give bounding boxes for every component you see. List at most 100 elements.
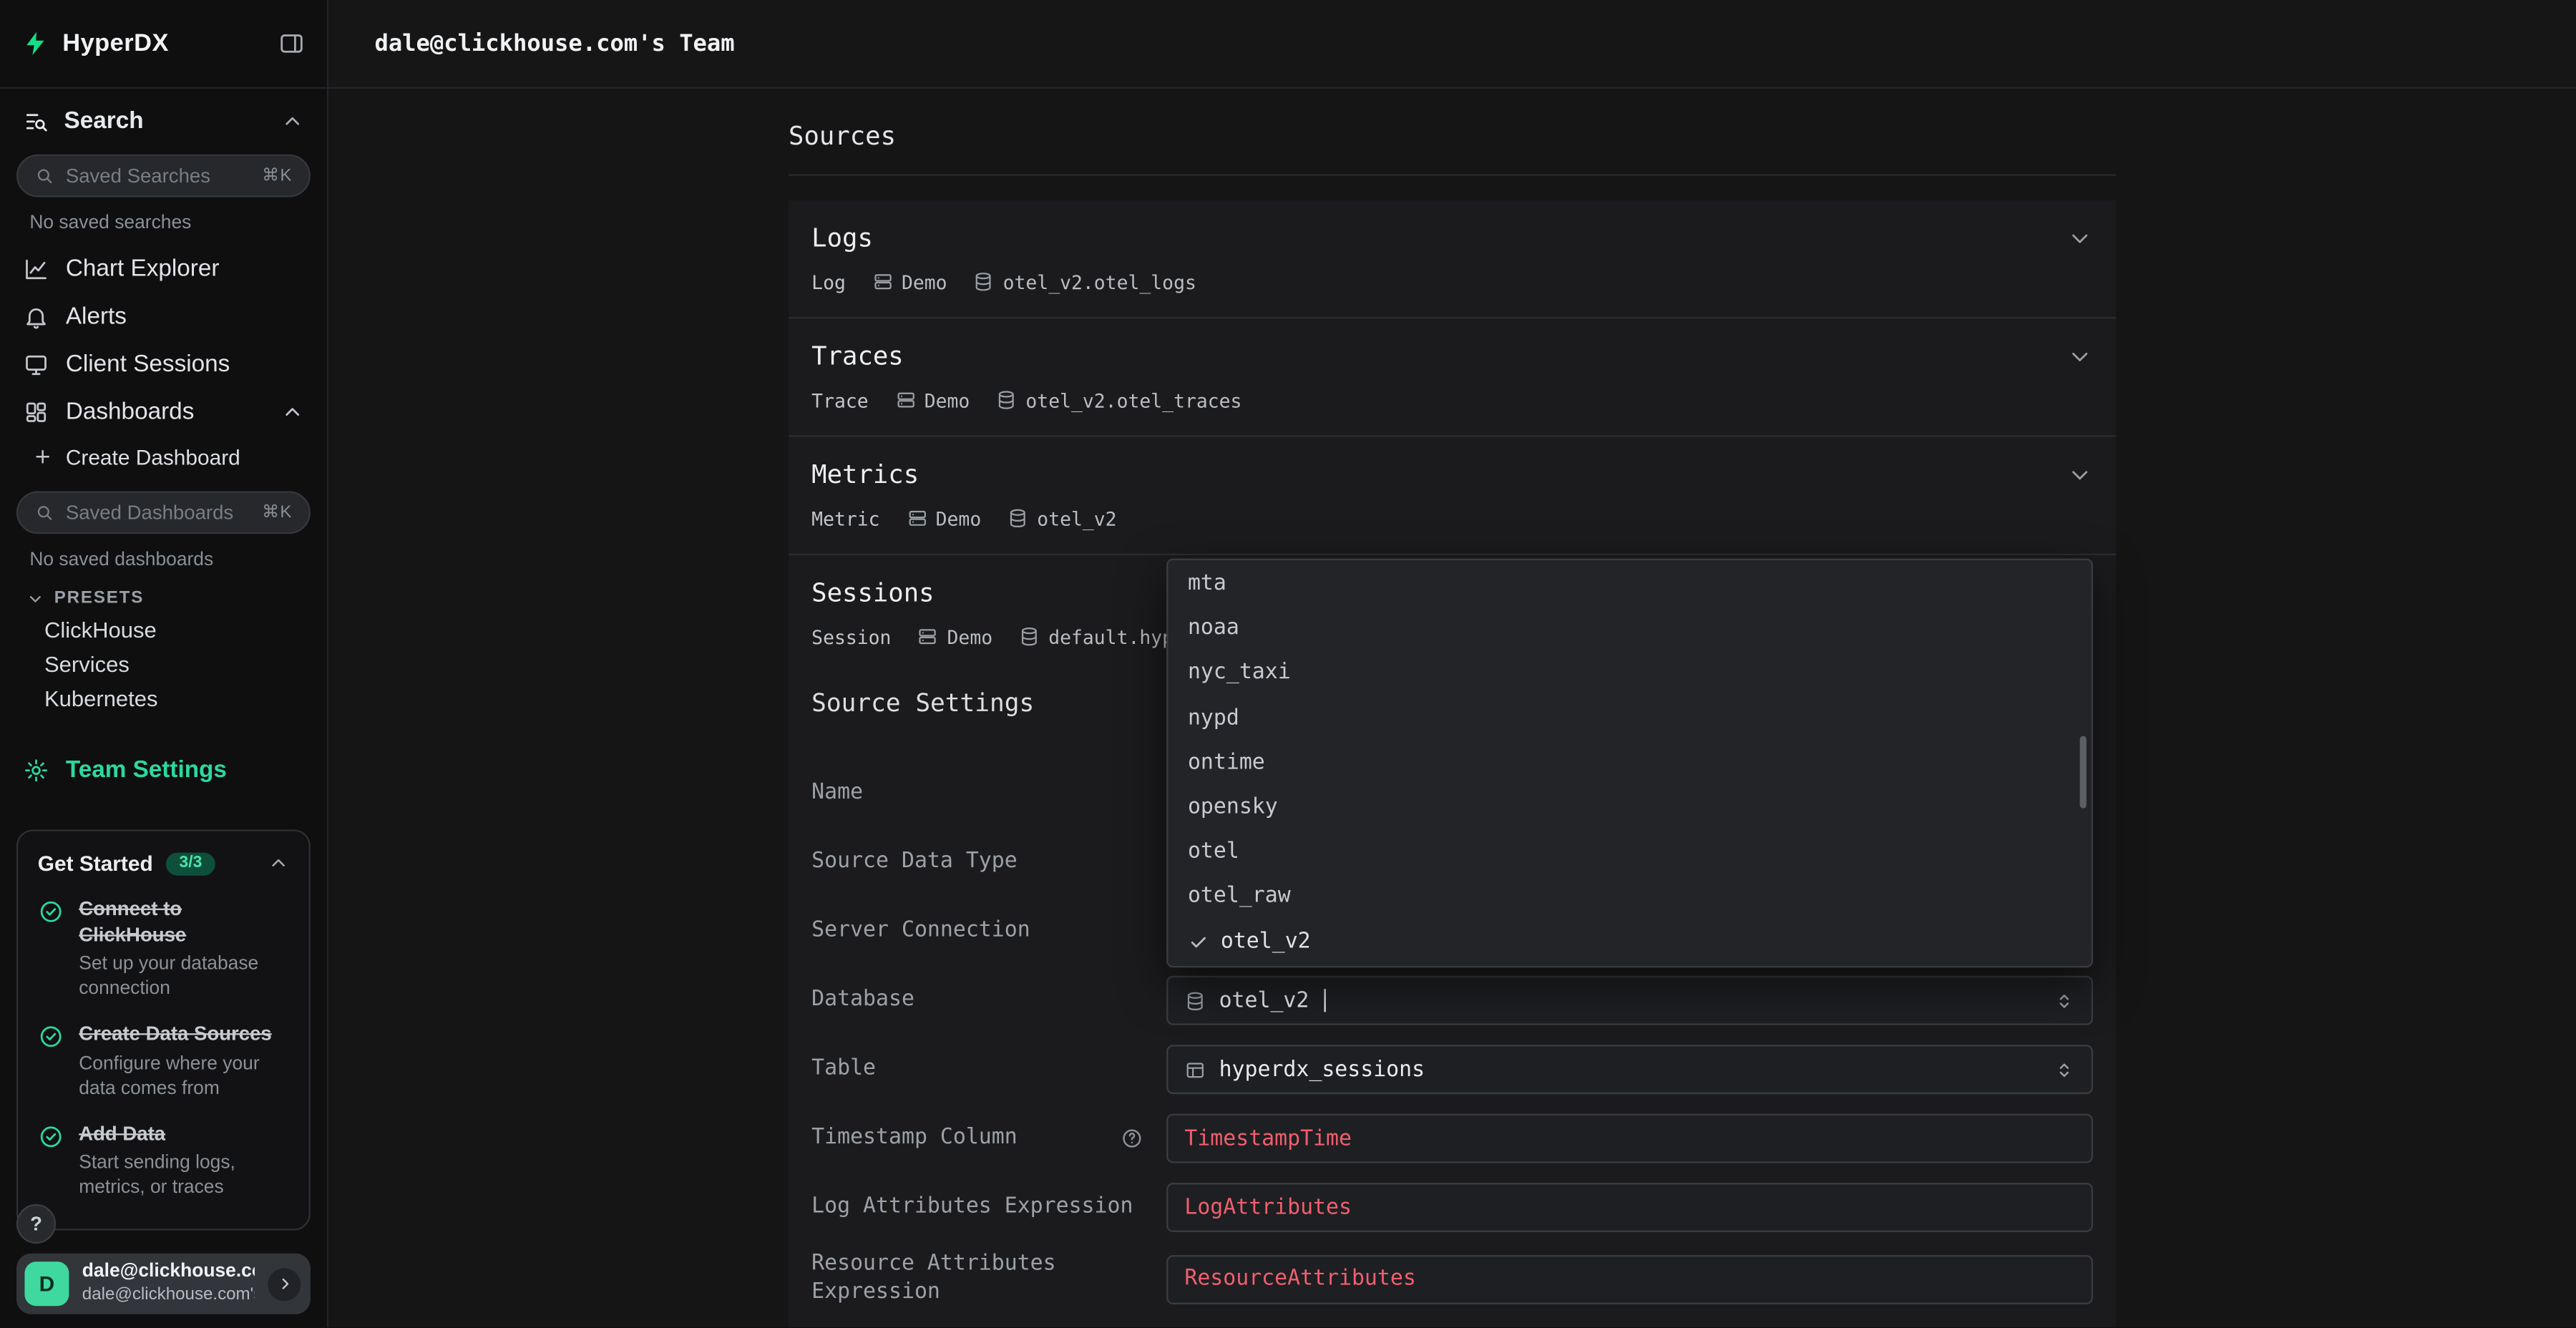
source-type: Log [811,270,846,293]
server-icon [894,389,916,411]
dropdown-option[interactable]: otel [1168,830,2091,874]
search-section-label: Search [64,109,144,135]
search-section-header[interactable]: Search [0,89,327,141]
saved-dashboards-pill[interactable]: ⌘K [16,491,311,534]
preset-item-clickhouse[interactable]: ClickHouse [0,612,327,647]
database-dropdown: mta noaa nyc_taxi nypd ontime opensky ot… [1166,559,2093,968]
sidebar-collapse-icon[interactable] [278,29,306,57]
dropdown-option[interactable]: nypd [1168,695,2091,740]
get-started-item[interactable]: Create Data Sources Configure where your… [18,1014,308,1113]
viewport: HyperDX Search ⌘K No saved searches [0,0,2576,1328]
resource-attributes-input[interactable] [1166,1255,2093,1304]
sidebar-item-dashboards[interactable]: Dashboards [0,388,327,436]
main-content: Sources Logs Log Demo [328,90,2576,1327]
saved-dashboards-input[interactable] [66,501,250,524]
form-row-cutoff [811,1327,2093,1328]
no-saved-dashboards-text: No saved dashboards [0,534,327,573]
source-card-header[interactable]: Logs [811,222,2093,255]
nav-label: Alerts [66,303,127,330]
source-connection: Demo [894,389,970,411]
user-sub: dale@clickhouse.com's [82,1285,255,1306]
source-card-header[interactable]: Metrics [811,459,2093,492]
chevron-down-icon[interactable] [2067,462,2093,488]
dropdown-option[interactable]: opensky [1168,785,2091,829]
get-started-item[interactable]: Connect to ClickHouse Set up your databa… [18,889,308,1014]
preset-item-services[interactable]: Services [0,648,327,682]
source-card-header[interactable]: Traces [811,340,2093,373]
source-table: otel_v2 [1008,507,1117,529]
database-icon [1019,626,1040,648]
preset-item-kubernetes[interactable]: Kubernetes [0,682,327,716]
form-row-log-attributes: Log Attributes Expression [811,1183,2093,1232]
top-header: dale@clickhouse.com's Team [328,0,2576,89]
saved-searches-shortcut: ⌘K [262,166,293,186]
chevron-right-icon[interactable] [268,1267,301,1300]
presets-toggle[interactable]: PRESETS [0,573,327,612]
sidebar-item-alerts[interactable]: Alerts [0,293,327,341]
dropdown-option[interactable]: nyc_taxi [1168,651,2091,695]
source-table: otel_v2.otel_logs [973,270,1196,293]
dropdown-option[interactable]: ontime [1168,741,2091,785]
selector-chevrons-icon[interactable] [2054,990,2075,1011]
source-card-metrics: Metrics Metric Demo otel_v2 [789,437,2116,555]
sidebar-item-team-settings[interactable]: Team Settings [0,746,327,795]
nav-label: Client Sessions [66,351,230,377]
dropdown-option-selected[interactable]: otel_v2 [1168,919,2091,964]
chevron-down-icon[interactable] [2067,343,2093,370]
chevron-down-icon[interactable] [2067,225,2093,252]
dropdown-option[interactable]: noaa [1168,607,2091,651]
selector-chevrons-icon[interactable] [2054,1059,2075,1080]
chevron-up-icon[interactable] [268,853,289,874]
database-value: otel_v2 [1219,988,1309,1012]
table-value: hyperdx_sessions [1219,1057,1425,1081]
user-menu[interactable]: D dale@clickhouse.com dale@clickhouse.co… [16,1254,311,1314]
source-connection: Demo [872,270,947,293]
page-title: Sources [789,90,2116,151]
nav-label: Chart Explorer [66,255,220,282]
database-combobox[interactable]: otel_v2 [1166,976,2093,1025]
form-row-timestamp: Timestamp Column [811,1114,2093,1163]
sidebar-item-client-sessions[interactable]: Client Sessions [0,340,327,388]
sidebar-item-chart-explorer[interactable]: Chart Explorer [0,245,327,293]
search-icon [34,166,54,186]
chevron-up-icon[interactable] [281,400,304,423]
get-started-item-title: Add Data [79,1121,289,1147]
source-type: Trace [811,389,868,411]
check-circle-icon [38,1022,64,1101]
chevron-up-icon[interactable] [281,110,304,133]
field-label-resource-attributes: Resource Attributes Expression [811,1251,1166,1307]
plus-icon [33,446,53,467]
check-icon [1188,931,1209,952]
source-table: otel_v2.otel_traces [996,389,1241,411]
gear-icon [23,757,49,783]
source-title: Traces [811,340,2067,373]
saved-dashboards-shortcut: ⌘K [262,503,293,523]
saved-searches-input[interactable] [66,165,250,187]
field-label-server-connection: Server Connection [811,917,1166,945]
brand-row: HyperDX [0,0,327,89]
dropdown-scrollbar-thumb[interactable] [2080,736,2087,809]
user-name: dale@clickhouse.com [82,1262,255,1285]
dropdown-option[interactable]: mta [1168,562,2091,606]
timestamp-column-input[interactable] [1166,1114,2093,1163]
get-started-item[interactable]: Add Data Start sending logs, metrics, or… [18,1113,308,1213]
get-started-card: Get Started 3/3 Connect to ClickHouse Se… [16,829,311,1230]
table-combobox[interactable]: hyperdx_sessions [1166,1045,2093,1094]
log-attributes-input[interactable] [1166,1183,2093,1232]
help-button[interactable]: ? [16,1204,56,1244]
create-dashboard-button[interactable]: Create Dashboard [0,435,327,478]
saved-searches-pill[interactable]: ⌘K [16,155,311,197]
source-connection: Demo [917,625,992,648]
cutoff-input[interactable] [1166,1327,2093,1328]
team-title: dale@clickhouse.com's Team [374,30,734,57]
get-started-item-title: Connect to ClickHouse [79,897,289,949]
app: HyperDX Search ⌘K No saved searches [0,0,2576,1327]
server-icon [917,626,939,648]
text-caret [1324,989,1325,1012]
table-icon [1184,1059,1206,1080]
get-started-header[interactable]: Get Started 3/3 [18,844,308,889]
source-connection: Demo [906,507,981,529]
list-search-icon [23,109,49,135]
dropdown-option[interactable]: otel_raw [1168,874,2091,919]
help-circle-icon[interactable] [1121,1127,1143,1150]
